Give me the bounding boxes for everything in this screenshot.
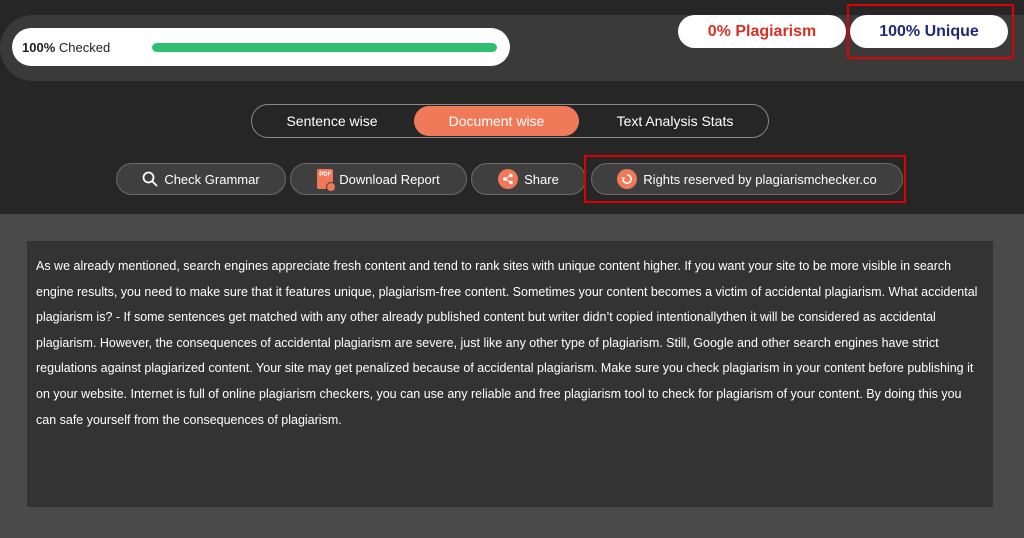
progress-status: Checked [58,39,111,55]
checked-text: As we already mentioned, search engines … [36,259,978,427]
share-button[interactable]: Share [471,163,586,195]
tab-document-wise[interactable]: Document wise [414,106,579,136]
download-report-button[interactable]: PDF Download Report [290,163,467,195]
progress-track [152,43,497,52]
progress-fill [152,43,497,52]
content-area: As we already mentioned, search engines … [0,214,1024,538]
check-grammar-button[interactable]: Check Grammar [116,163,286,195]
progress-label: 100% Checked [22,40,152,55]
highlight-box-rights [584,155,906,203]
pdf-download-icon: PDF [317,169,337,192]
progress-indicator: 100% Checked [12,28,510,66]
check-grammar-label: Check Grammar [164,171,260,187]
tab-text-analysis-stats[interactable]: Text Analysis Stats [581,105,769,137]
share-label: Share [524,171,559,187]
search-icon [142,171,158,187]
plagiarism-result: 0% Plagiarism [678,15,846,48]
download-report-label: Download Report [339,171,440,187]
checked-text-panel: As we already mentioned, search engines … [27,241,993,507]
progress-percent: 100% [22,39,56,55]
highlight-box-unique [847,4,1014,59]
tab-sentence-wise[interactable]: Sentence wise [252,105,412,137]
share-icon [498,169,519,189]
view-mode-tabs: Sentence wise Document wise Text Analysi… [251,104,769,138]
